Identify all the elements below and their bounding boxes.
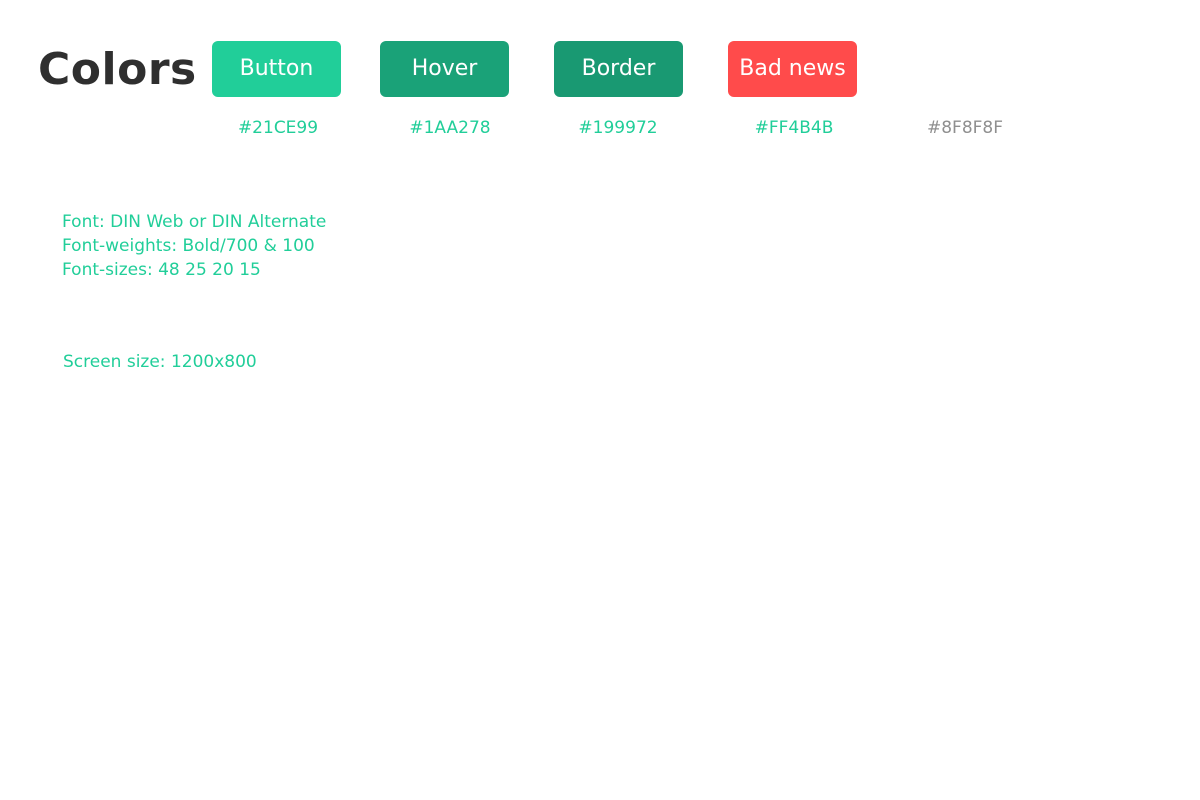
border-color-swatch: Border	[554, 41, 683, 97]
font-weights-spec: Font-weights: Bold/700 & 100	[62, 236, 315, 256]
button-hex-code: #21CE99	[237, 118, 319, 138]
button-color-swatch: Button	[212, 41, 341, 97]
border-hex-code: #199972	[578, 118, 658, 138]
screen-size-spec: Screen size: 1200x800	[63, 352, 257, 372]
hover-color-swatch: Hover	[380, 41, 509, 97]
bad-news-hex-code: #FF4B4B	[754, 118, 834, 138]
font-sizes-spec: Font-sizes: 48 25 20 15	[62, 260, 261, 280]
gray-hex-code: #8F8F8F	[926, 118, 1004, 138]
font-specs: Font: DIN Web or DIN Alternate Font-weig…	[62, 210, 326, 282]
bad-news-color-swatch: Bad news	[728, 41, 857, 97]
font-family-spec: Font: DIN Web or DIN Alternate	[62, 212, 327, 232]
hover-hex-code: #1AA278	[409, 118, 491, 138]
page-title: Colors	[38, 44, 197, 95]
